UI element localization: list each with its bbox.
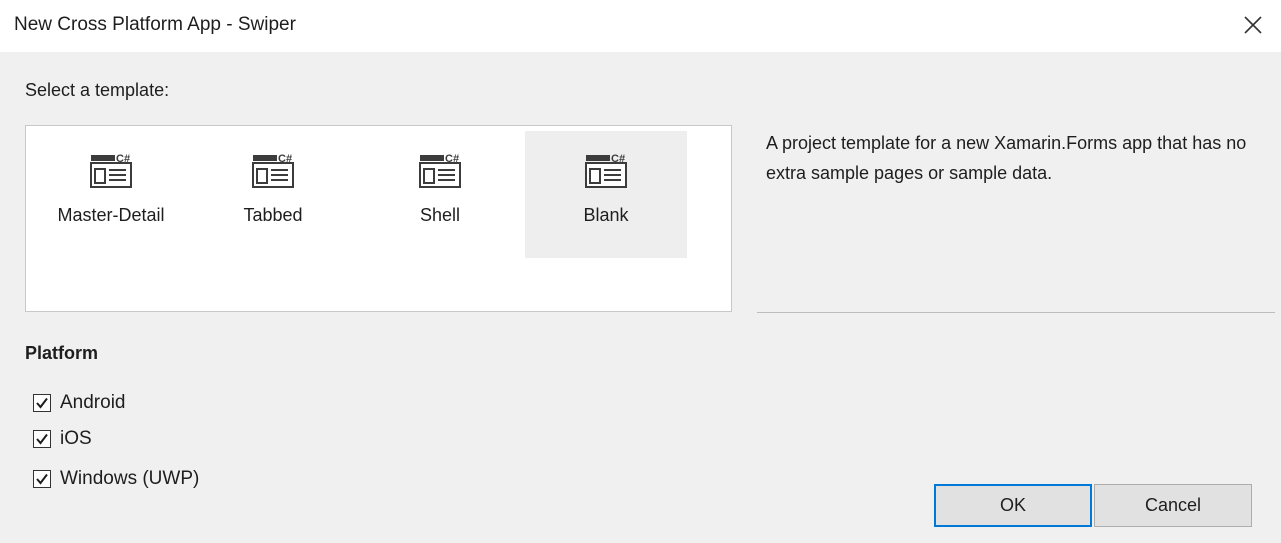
csharp-template-icon: C# <box>585 153 627 188</box>
android-checkbox[interactable] <box>33 394 51 412</box>
checkmark-icon <box>36 473 48 485</box>
template-tile-tabbed[interactable]: C# Tabbed <box>192 131 354 258</box>
close-icon <box>1244 16 1262 34</box>
select-template-label: Select a template: <box>25 80 170 100</box>
template-label-shell: Shell <box>419 205 461 225</box>
title-bar: New Cross Platform App - Swiper <box>0 0 1281 52</box>
template-tile-shell[interactable]: C# Shell <box>359 131 521 258</box>
platform-option-android[interactable]: Android <box>33 392 126 414</box>
checkmark-icon <box>36 433 48 445</box>
template-tile-master-detail[interactable]: C# Master-Detail <box>30 131 192 258</box>
checkmark-icon <box>36 397 48 409</box>
template-list: C# Master-Detail C# Tabbed C# Shell C# B… <box>25 125 732 312</box>
platform-heading: Platform <box>25 343 99 363</box>
template-label-blank: Blank <box>583 205 629 225</box>
close-button[interactable] <box>1236 8 1270 42</box>
template-tile-blank[interactable]: C# Blank <box>525 131 687 258</box>
window-title: New Cross Platform App - Swiper <box>14 14 296 35</box>
csharp-template-icon: C# <box>252 153 294 188</box>
windows-checkbox[interactable] <box>33 470 51 488</box>
android-label: Android <box>60 392 126 413</box>
cancel-button[interactable]: Cancel <box>1094 484 1252 527</box>
csharp-template-icon: C# <box>419 153 461 188</box>
csharp-template-icon: C# <box>90 153 132 188</box>
template-label-tabbed: Tabbed <box>243 205 303 225</box>
platform-option-windows[interactable]: Windows (UWP) <box>33 468 199 490</box>
description-divider <box>757 312 1275 313</box>
ios-checkbox[interactable] <box>33 430 51 448</box>
windows-label: Windows (UWP) <box>60 468 200 489</box>
ios-label: iOS <box>60 428 92 449</box>
template-description: A project template for a new Xamarin.For… <box>766 133 1247 183</box>
ok-button[interactable]: OK <box>934 484 1092 527</box>
template-label-master-detail: Master-Detail <box>57 205 165 225</box>
platform-option-ios[interactable]: iOS <box>33 428 92 450</box>
